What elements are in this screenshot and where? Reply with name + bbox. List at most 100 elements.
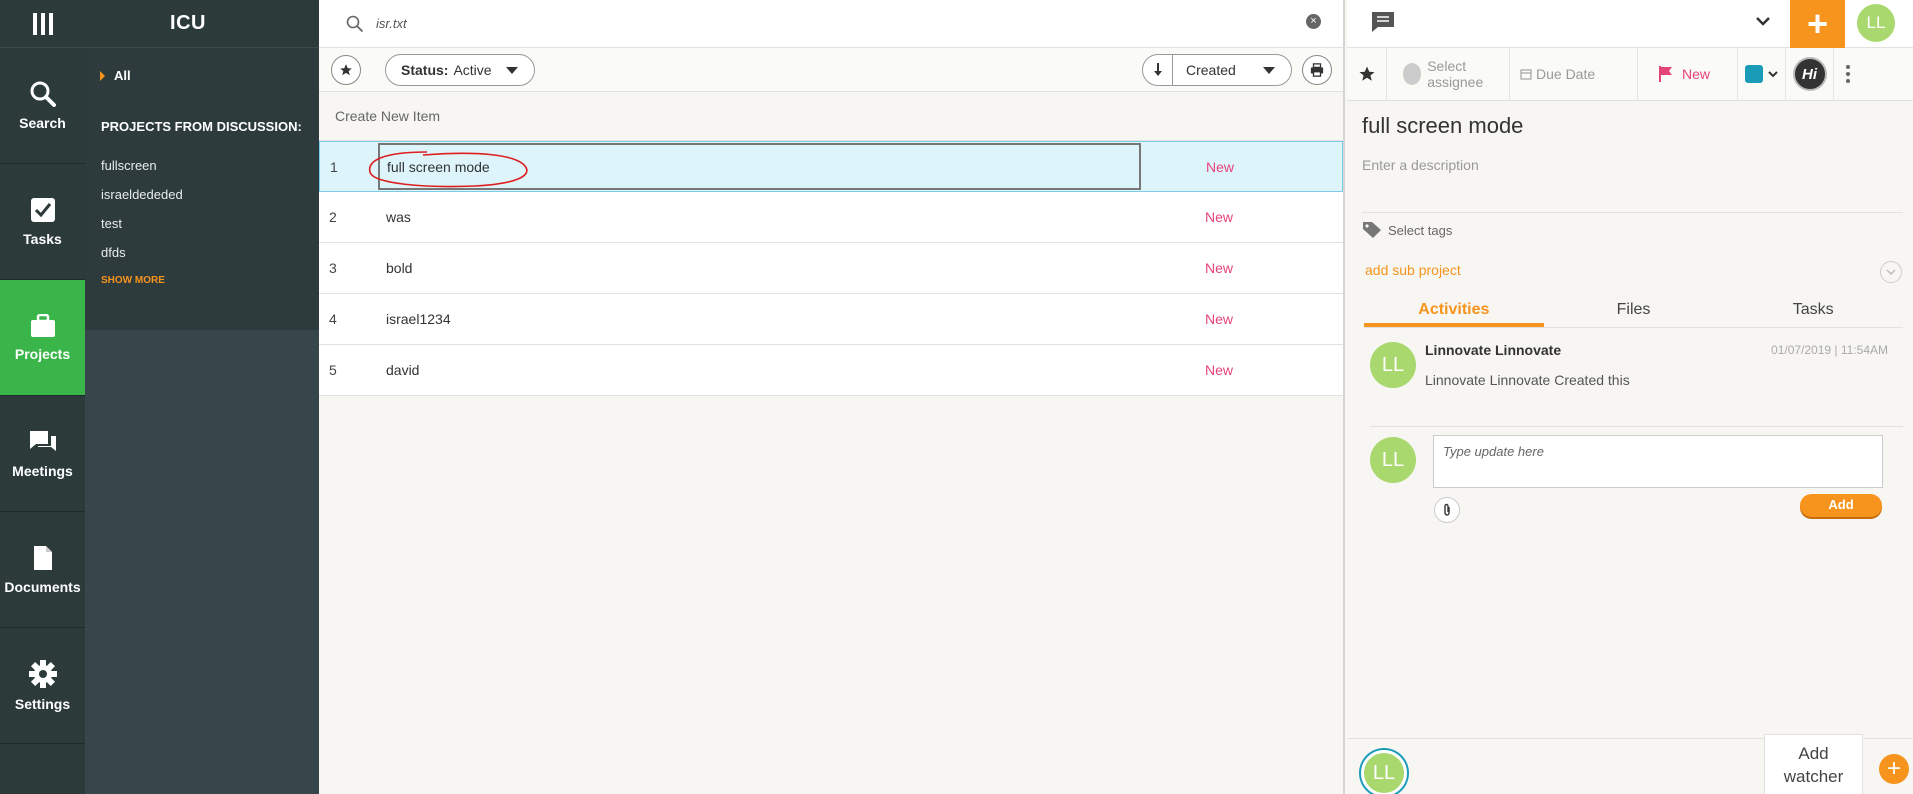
- sidebar-project-israeldededed[interactable]: israeldededed: [101, 180, 319, 209]
- tags-select[interactable]: Select tags: [1362, 221, 1452, 239]
- sidebar-project-fullscreen[interactable]: fullscreen: [101, 151, 319, 180]
- sort-value: Created: [1186, 62, 1236, 78]
- show-more-link[interactable]: SHOW MORE: [101, 275, 319, 286]
- nav-search-label: Search: [19, 114, 66, 131]
- chevron-down-icon[interactable]: [1756, 16, 1770, 26]
- sort-direction-button[interactable]: [1143, 55, 1173, 85]
- print-button[interactable]: [1302, 55, 1332, 85]
- table-row[interactable]: 3 bold New: [319, 243, 1343, 294]
- detail-tabs: Activities Files Tasks: [1364, 292, 1903, 328]
- row-number: 1: [330, 159, 338, 175]
- chat-icon[interactable]: [1371, 11, 1395, 33]
- plus-icon: +: [1886, 755, 1901, 782]
- assignee-placeholder: Select assignee: [1427, 58, 1484, 90]
- favorites-filter-button[interactable]: [331, 55, 361, 85]
- watcher-avatar[interactable]: LL: [1361, 750, 1407, 794]
- add-update-button[interactable]: Add: [1800, 494, 1882, 517]
- avatar[interactable]: LL: [1857, 4, 1895, 42]
- app-title: ICU: [85, 0, 319, 48]
- clear-search-icon[interactable]: ×: [1306, 14, 1321, 29]
- printer-icon: [1310, 63, 1324, 77]
- expand-button[interactable]: [1880, 261, 1902, 283]
- tab-files[interactable]: Files: [1544, 292, 1724, 327]
- arrow-down-icon: [1153, 63, 1162, 76]
- add-watcher-line2: watcher: [1783, 767, 1844, 786]
- watchers-bar: LL Add watcher +: [1347, 734, 1913, 794]
- activity-date: 01/07/2019 | 11:54AM: [1771, 343, 1888, 357]
- status-filter-dropdown[interactable]: Status: Active: [385, 54, 535, 86]
- sort-dropdown[interactable]: Created: [1142, 54, 1292, 86]
- table-row[interactable]: 1 full screen mode New: [319, 141, 1343, 192]
- table-row[interactable]: 5 david New: [319, 345, 1343, 396]
- flag-icon: [1659, 66, 1672, 82]
- sidebar-project-test[interactable]: test: [101, 209, 319, 238]
- briefcase-icon: [30, 313, 55, 337]
- description-field[interactable]: Enter a description: [1362, 157, 1479, 173]
- nav-settings[interactable]: Settings: [0, 628, 85, 744]
- integration-button[interactable]: Hi: [1786, 47, 1834, 101]
- add-watcher-tooltip: Add watcher: [1764, 734, 1863, 794]
- row-title[interactable]: was: [386, 192, 411, 242]
- activity-author: Linnovate Linnovate: [1425, 342, 1562, 358]
- row-title[interactable]: israel1234: [386, 294, 451, 344]
- status-badge[interactable]: New: [1206, 142, 1234, 192]
- caret-right-icon: [100, 70, 105, 81]
- row-number: 5: [329, 362, 337, 378]
- more-options-icon[interactable]: [1838, 65, 1858, 83]
- nav-search[interactable]: Search: [0, 48, 85, 164]
- table-row[interactable]: 4 israel1234 New: [319, 294, 1343, 345]
- sidebar-empty-area: [85, 330, 319, 794]
- search-icon: [346, 15, 364, 32]
- star-icon: [340, 64, 352, 76]
- status-badge[interactable]: New: [1205, 345, 1233, 395]
- status-select[interactable]: New: [1638, 47, 1738, 101]
- menu-button[interactable]: [0, 0, 85, 48]
- chevron-down-icon: [1262, 66, 1275, 74]
- status-filter-label: Status:: [401, 62, 449, 78]
- nav-tasks[interactable]: Tasks: [0, 164, 85, 280]
- row-title[interactable]: david: [386, 345, 419, 395]
- nav-documents[interactable]: Documents: [0, 512, 85, 628]
- status-badge[interactable]: New: [1205, 243, 1233, 293]
- nav-settings-label: Settings: [14, 695, 71, 712]
- due-date-placeholder: Due Date: [1536, 66, 1596, 82]
- due-date-select[interactable]: Due Date: [1510, 47, 1638, 101]
- update-input[interactable]: Type update here: [1433, 435, 1883, 488]
- status-badge[interactable]: New: [1205, 294, 1233, 344]
- add-watcher-button[interactable]: +: [1879, 754, 1909, 784]
- search-icon: [30, 81, 56, 107]
- create-button[interactable]: +: [1790, 0, 1845, 48]
- favorite-button[interactable]: [1347, 47, 1387, 101]
- main-list-panel: isr.txt × Status: Active Created Create …: [319, 0, 1345, 794]
- tags-placeholder: Select tags: [1388, 222, 1453, 238]
- tab-tasks[interactable]: Tasks: [1723, 292, 1903, 327]
- row-title[interactable]: bold: [386, 243, 412, 293]
- sidebar-project-dfds[interactable]: dfds: [101, 238, 319, 267]
- chat-bubbles-icon: [29, 430, 56, 451]
- row-number: 4: [329, 311, 337, 327]
- item-title[interactable]: full screen mode: [1362, 113, 1523, 139]
- add-sub-project-link[interactable]: add sub project: [1365, 262, 1461, 278]
- attach-button[interactable]: [1434, 497, 1460, 523]
- tag-icon: [1363, 222, 1381, 238]
- create-new-item[interactable]: Create New Item: [319, 92, 1343, 141]
- nav-projects-label: Projects: [14, 345, 71, 362]
- add-watcher-line1: Add: [1798, 744, 1829, 763]
- chevron-down-icon: [1886, 269, 1896, 276]
- detail-panel: + LL Select assignee Due Date New Hi ful…: [1347, 0, 1913, 794]
- assignee-select[interactable]: Select assignee: [1387, 47, 1510, 101]
- status-badge[interactable]: New: [1205, 192, 1233, 242]
- nav-projects[interactable]: Projects: [0, 280, 85, 396]
- tab-activities[interactable]: Activities: [1364, 292, 1544, 327]
- nav-meetings[interactable]: Meetings: [0, 396, 85, 512]
- red-circle-annotation: [368, 151, 528, 188]
- table-row[interactable]: 2 was New: [319, 192, 1343, 243]
- chevron-down-icon: [505, 66, 518, 74]
- filter-all[interactable]: All: [100, 68, 319, 83]
- color-select[interactable]: [1738, 47, 1786, 101]
- main-nav: Search Tasks Projects Meetings Documents…: [0, 0, 85, 794]
- section-title: PROJECTS FROM DISCUSSION:: [101, 119, 302, 134]
- search-input[interactable]: isr.txt: [376, 16, 407, 31]
- projects-sidebar: ICU All PROJECTS FROM DISCUSSION: fullsc…: [85, 0, 319, 794]
- checkbox-icon: [30, 197, 55, 222]
